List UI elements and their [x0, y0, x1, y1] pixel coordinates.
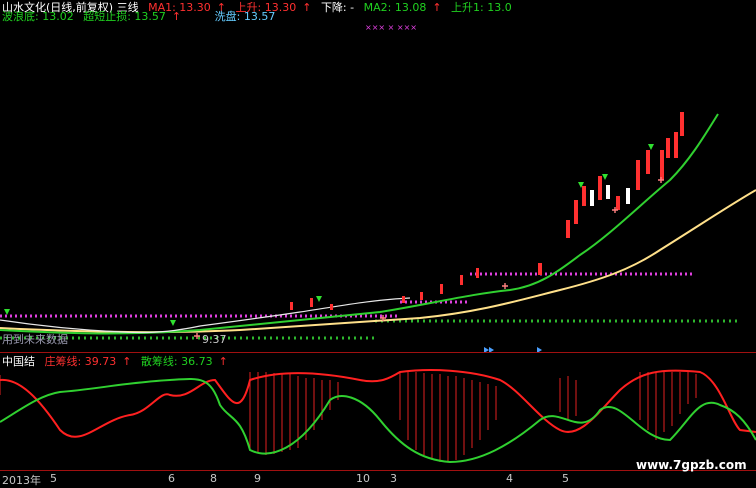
zhuang-value: 庄筹线: 39.73 [44, 355, 117, 368]
up-arrow-icon: ↑ [218, 355, 228, 368]
zhuang-line [0, 369, 756, 438]
watermark: www.7gpzb.com [636, 458, 747, 472]
date-tick: 5 [50, 472, 57, 485]
buy-arrow-icons [4, 144, 654, 326]
candles [290, 112, 684, 310]
date-tick: 8 [210, 472, 217, 485]
date-tick: 3 [390, 472, 397, 485]
date-tick: 9 [254, 472, 261, 485]
ma-yellow-line [0, 189, 756, 334]
date-tick: 10 [356, 472, 370, 485]
indicator-header: 中国结 庄筹线: 39.73 ↑ 散筹线: 36.73 ↑ [2, 355, 234, 368]
date-tick: 6 [168, 472, 175, 485]
indicator-panel [0, 369, 756, 464]
price-chart [0, 112, 756, 464]
date-year: 2013年 [2, 474, 41, 487]
san-value: 散筹线: 36.73 [140, 355, 213, 368]
zhuang-fill [0, 372, 697, 462]
price-note: 9.37 [202, 333, 227, 346]
date-tick: 4 [506, 472, 513, 485]
future-data-note: 用到未来数据 [2, 333, 68, 346]
ma-green-line [0, 113, 719, 335]
up-arrow-icon: ↑ [122, 355, 132, 368]
panel-divider [0, 352, 756, 353]
indicator-name: 中国结 [2, 355, 35, 368]
date-tick: 5 [562, 472, 569, 485]
